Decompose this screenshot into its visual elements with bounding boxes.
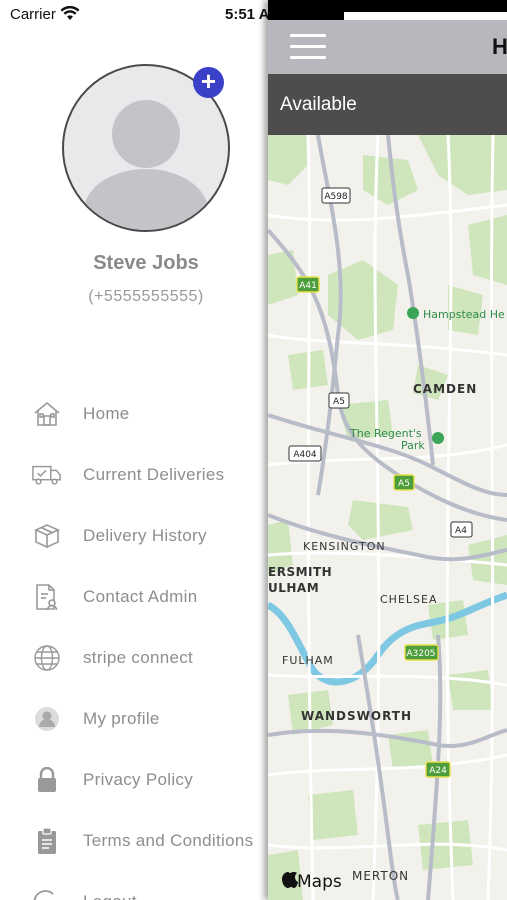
- map-label-regents-park-2: Park: [401, 439, 425, 452]
- menu-item-my-profile[interactable]: My profile: [0, 688, 268, 749]
- map-canvas[interactable]: A598 A41 A5 A404 A5 A4 A3205 A24 Hampste…: [268, 134, 507, 900]
- map-label-a3205: A3205: [406, 649, 435, 659]
- map-label-a5-mid: A5: [398, 479, 410, 489]
- side-drawer: + Steve Jobs (+5555555555) Home Current …: [0, 0, 268, 900]
- menu-label-terms-and-conditions: Terms and Conditions: [83, 830, 254, 850]
- menu-label-logout: Logout: [83, 892, 137, 900]
- carrier-label: Carrier: [10, 6, 56, 23]
- menu-item-logout[interactable]: Logout: [0, 871, 268, 900]
- map-parks: [268, 135, 507, 900]
- clipboard-icon: [32, 826, 62, 856]
- map-label-hammersmith: ERSMITH: [268, 565, 332, 579]
- menu-item-home[interactable]: Home: [0, 383, 268, 444]
- profile-name: Steve Jobs: [93, 252, 199, 274]
- menu-item-terms-and-conditions[interactable]: Terms and Conditions: [0, 810, 268, 871]
- house-icon: [32, 399, 62, 429]
- menu-item-current-deliveries[interactable]: Current Deliveries: [0, 444, 268, 505]
- package-box-icon: [32, 521, 62, 551]
- menu-label-my-profile: My profile: [83, 708, 160, 728]
- menu-item-privacy-policy[interactable]: Privacy Policy: [0, 749, 268, 810]
- map-label-a5-top: A5: [333, 397, 345, 407]
- menu-label-delivery-history: Delivery History: [83, 525, 207, 545]
- add-photo-button[interactable]: +: [193, 67, 224, 98]
- menu-label-home: Home: [83, 403, 130, 423]
- logout-icon: [32, 887, 62, 900]
- user-avatar-icon: [32, 704, 62, 734]
- delivery-truck-icon: [32, 460, 62, 490]
- river-thames: [268, 591, 507, 686]
- menu-label-contact-admin: Contact Admin: [83, 586, 198, 606]
- page-title: H: [492, 34, 507, 59]
- availability-bar[interactable]: Available: [268, 74, 507, 135]
- menu-item-delivery-history[interactable]: Delivery History: [0, 505, 268, 566]
- globe-icon: [32, 643, 62, 673]
- profile-phone: (+5555555555): [88, 288, 204, 305]
- map-label-a404: A404: [293, 450, 317, 460]
- availability-status: Available: [280, 94, 357, 115]
- map-label-fulham: FULHAM: [282, 654, 334, 667]
- map-label-fulham-upper: ULHAM: [268, 581, 319, 595]
- map-label-a24: A24: [429, 766, 447, 776]
- menu-label-privacy-policy: Privacy Policy: [83, 769, 194, 789]
- map-label-a41: A41: [299, 281, 317, 291]
- map-label-wandsworth: WANDSWORTH: [301, 709, 412, 723]
- profile-avatar-container: +: [62, 64, 230, 232]
- maps-logo-text: Maps: [297, 872, 342, 892]
- map-label-a4: A4: [455, 526, 467, 536]
- map-label-a598: A598: [324, 192, 348, 202]
- contact-document-icon: [32, 582, 62, 612]
- menu-label-stripe-connect: stripe connect: [83, 647, 194, 667]
- map-label-camden: CAMDEN: [413, 382, 477, 396]
- status-bar: Carrier 5:51 A: [0, 0, 507, 30]
- map-label-kensington: KENSINGTON: [303, 540, 386, 553]
- map-label-hampstead: Hampstead He: [423, 308, 505, 321]
- clock: 5:51 A: [225, 6, 270, 23]
- menu-item-stripe-connect[interactable]: stripe connect: [0, 627, 268, 688]
- main-panel: H Available A598 A41 A5 A404 A5 A4 A3205…: [268, 0, 507, 900]
- menu-item-contact-admin[interactable]: Contact Admin: [0, 566, 268, 627]
- map-label-chelsea: CHELSEA: [380, 593, 438, 606]
- wifi-icon: [60, 5, 80, 26]
- hamburger-menu-icon[interactable]: [290, 34, 326, 60]
- map-view[interactable]: A598 A41 A5 A404 A5 A4 A3205 A24 Hampste…: [268, 134, 507, 900]
- lock-icon: [32, 765, 62, 795]
- map-label-merton: MERTON: [352, 869, 409, 883]
- menu-label-current-deliveries: Current Deliveries: [83, 464, 225, 484]
